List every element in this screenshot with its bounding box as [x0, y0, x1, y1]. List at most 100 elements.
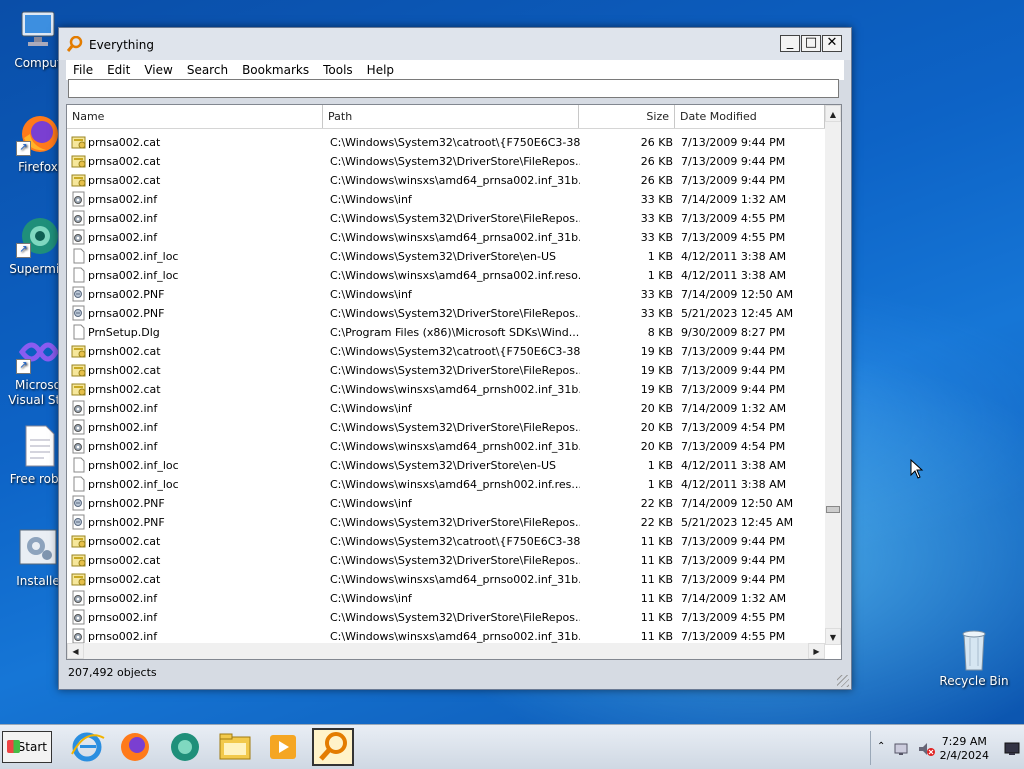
table-row[interactable]: prnsa002.cat C:\Windows\System32\DriverSt…	[67, 152, 825, 171]
setup-info-file-icon	[71, 609, 87, 625]
catalog-file-icon	[71, 362, 87, 378]
desktop-icon-label: Recycle Bin	[939, 674, 1009, 688]
scroll-right-icon[interactable]: ▶	[808, 643, 825, 659]
table-row[interactable]: prnsh002.PNF C:\Windows\System32\DriverSt…	[67, 513, 825, 532]
scroll-up-icon[interactable]: ▲	[825, 105, 841, 122]
table-row[interactable]: prnsa002.PNF C:\Windows\System32\DriverSt…	[67, 304, 825, 323]
generic-file-icon	[71, 457, 87, 473]
scroll-down-icon[interactable]: ▼	[825, 628, 841, 645]
menu-search[interactable]: Search	[180, 63, 235, 77]
row-date: 9/30/2009 8:27 PM	[681, 326, 786, 339]
table-row[interactable]: prnsh002.cat C:\Windows\System32\catroot\…	[67, 342, 825, 361]
taskbar-internet-explorer[interactable]	[66, 728, 108, 766]
row-size: 26 KB	[640, 155, 673, 168]
table-row[interactable]: prnsa002.cat C:\Windows\System32\catroot\…	[67, 133, 825, 152]
row-size: 11 KB	[640, 554, 673, 567]
menu-help[interactable]: Help	[360, 63, 401, 77]
table-row[interactable]: prnso002.inf C:\Windows\System32\DriverSt…	[67, 608, 825, 627]
table-row[interactable]: prnsh002.inf_loc C:\Windows\System32\Driv…	[67, 456, 825, 475]
maximize-button[interactable]: □	[801, 35, 821, 52]
table-row[interactable]: prnso002.cat C:\Windows\System32\catroot\…	[67, 532, 825, 551]
row-path: C:\Windows\inf	[330, 288, 412, 301]
scroll-left-icon[interactable]: ◀	[67, 643, 84, 659]
row-path: C:\Program Files (x86)\Microsoft SDKs\Wi…	[330, 326, 580, 339]
taskbar-file-explorer[interactable]	[214, 728, 256, 766]
generic-file-icon	[71, 248, 87, 264]
internet-explorer-icon	[71, 732, 105, 762]
column-header: Name Path Size Date Modified	[67, 105, 825, 129]
close-button[interactable]: ✕	[822, 35, 842, 52]
row-path: C:\Windows\System32\catroot\{F750E6C3-38…	[330, 345, 580, 358]
minimize-button[interactable]: _	[780, 35, 800, 52]
horizontal-scrollbar[interactable]: ◀ ▶	[67, 643, 825, 659]
search-input[interactable]	[68, 79, 839, 98]
table-row[interactable]: prnsa002.inf C:\Windows\inf 33 KB 7/14/2009…	[67, 190, 825, 209]
row-path: C:\Windows\System32\DriverStore\FileRepo…	[330, 611, 580, 624]
volume-muted-icon[interactable]	[917, 741, 935, 757]
table-row[interactable]: prnsh002.inf_loc C:\Windows\winsxs\amd64_…	[67, 475, 825, 494]
vertical-scroll-thumb[interactable]	[826, 506, 840, 513]
table-row[interactable]: prnsa002.PNF C:\Windows\inf 33 KB 7/14/2009…	[67, 285, 825, 304]
column-header-size[interactable]: Size	[579, 105, 675, 128]
vertical-scrollbar[interactable]: ▲ ▼	[825, 105, 841, 645]
clock[interactable]: 7:29 AM 2/4/2024	[940, 735, 989, 763]
menu-edit[interactable]: Edit	[100, 63, 137, 77]
table-row[interactable]: prnso002.cat C:\Windows\System32\DriverSt…	[67, 551, 825, 570]
column-header-name[interactable]: Name	[67, 105, 323, 128]
column-header-path[interactable]: Path	[323, 105, 579, 128]
precompiled-setup-file-icon	[71, 514, 87, 530]
row-size: 26 KB	[640, 174, 673, 187]
row-size: 33 KB	[640, 307, 673, 320]
action-center-icon[interactable]	[1003, 741, 1021, 757]
table-row[interactable]: PrnSetup.Dlg C:\Program Files (x86)\Micro…	[67, 323, 825, 342]
table-row[interactable]: prnsa002.inf C:\Windows\winsxs\amd64_prns…	[67, 228, 825, 247]
table-row[interactable]: prnsh002.cat C:\Windows\winsxs\amd64_prns…	[67, 380, 825, 399]
column-header-date[interactable]: Date Modified	[675, 105, 825, 128]
menu-tools[interactable]: Tools	[316, 63, 360, 77]
catalog-file-icon	[71, 343, 87, 359]
table-row[interactable]: prnsh002.inf C:\Windows\inf 20 KB 7/14/2009…	[67, 399, 825, 418]
table-row[interactable]: prnsh002.inf C:\Windows\System32\DriverSt…	[67, 418, 825, 437]
table-row[interactable]: prnso002.cat C:\Windows\winsxs\amd64_prns…	[67, 570, 825, 589]
mouse-cursor-icon	[910, 459, 924, 479]
resize-grip-icon[interactable]	[837, 675, 849, 687]
row-path: C:\Windows\inf	[330, 193, 412, 206]
menu-view[interactable]: View	[137, 63, 179, 77]
row-date: 7/14/2009 1:32 AM	[681, 193, 787, 206]
show-hidden-icons-icon[interactable]: ⌃	[877, 741, 885, 752]
row-size: 1 KB	[647, 250, 673, 263]
start-button[interactable]: Start	[2, 731, 52, 763]
taskbar-everything[interactable]	[312, 728, 354, 766]
taskbar-supermium[interactable]	[164, 728, 206, 766]
taskbar-media-player[interactable]	[262, 728, 304, 766]
table-row[interactable]: prnsa002.inf C:\Windows\System32\DriverSt…	[67, 209, 825, 228]
row-size: 19 KB	[640, 345, 673, 358]
table-row[interactable]: prnsa002.inf_loc C:\Windows\winsxs\amd64_…	[67, 266, 825, 285]
desktop-icon-recycle-bin[interactable]: Recycle Bin	[938, 626, 1010, 689]
menu-bookmarks[interactable]: Bookmarks	[235, 63, 316, 77]
taskbar-firefox[interactable]	[114, 728, 156, 766]
results-rows: prnsa002.cat C:\Windows\System32\catroot\…	[67, 133, 825, 646]
title-bar[interactable]: Everything _ □ ✕	[59, 28, 851, 60]
recycle-bin-icon	[952, 626, 996, 671]
row-name: prnsa002.inf_loc	[88, 250, 179, 263]
menu-file[interactable]: File	[66, 63, 100, 77]
shortcut-arrow-icon: ↗	[16, 359, 31, 374]
row-path: C:\Windows\inf	[330, 402, 412, 415]
network-icon[interactable]	[893, 741, 909, 757]
table-row[interactable]: prnsa002.cat C:\Windows\winsxs\amd64_prns…	[67, 171, 825, 190]
row-name: prnso002.cat	[88, 554, 161, 567]
row-date: 5/21/2023 12:45 AM	[681, 516, 794, 529]
status-bar: 207,492 objects	[68, 666, 157, 679]
row-size: 20 KB	[640, 402, 673, 415]
generic-file-icon	[71, 324, 87, 340]
row-name: prnsa002.PNF	[88, 307, 165, 320]
table-row[interactable]: prnsa002.inf_loc C:\Windows\System32\Driv…	[67, 247, 825, 266]
row-date: 7/13/2009 4:54 PM	[681, 440, 786, 453]
row-name: prnsh002.cat	[88, 383, 161, 396]
table-row[interactable]: prnsh002.PNF C:\Windows\inf 22 KB 7/14/2009…	[67, 494, 825, 513]
table-row[interactable]: prnsh002.inf C:\Windows\winsxs\amd64_prns…	[67, 437, 825, 456]
row-name: PrnSetup.Dlg	[88, 326, 160, 339]
table-row[interactable]: prnsh002.cat C:\Windows\System32\DriverSt…	[67, 361, 825, 380]
table-row[interactable]: prnso002.inf C:\Windows\inf 11 KB 7/14/2009…	[67, 589, 825, 608]
